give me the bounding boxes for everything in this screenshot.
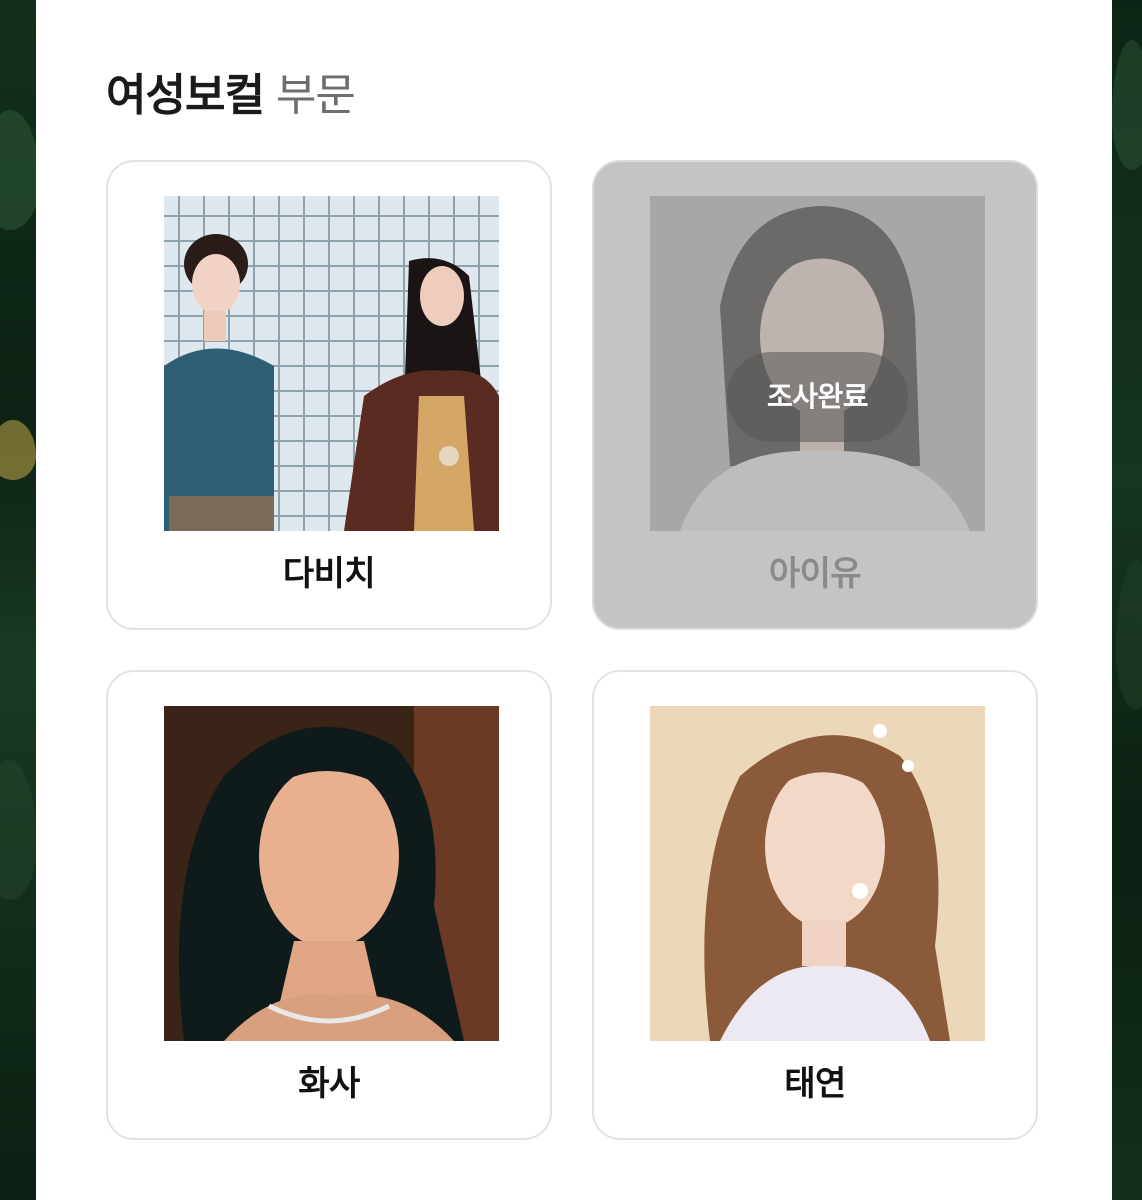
section-title-suffix: 부문 (275, 70, 356, 121)
section-title: 여성보컬 부문 (106, 66, 356, 126)
candidate-name: 화사 (298, 1064, 360, 1104)
candidate-card-hwasa[interactable]: 화사 (106, 670, 552, 1140)
leaf-decoration (1116, 560, 1142, 710)
candidate-photo: 조사완료 (650, 196, 985, 531)
candidate-name: 태연 (784, 1064, 846, 1104)
leaf-decoration (1112, 40, 1142, 170)
leaf-decoration (0, 110, 36, 230)
candidate-name: 다비치 (282, 554, 376, 594)
vote-panel: 여성보컬 부문 다비치 조사완료 아이유 화사 태연 (36, 0, 1112, 1200)
leaf-decoration (0, 760, 36, 900)
candidate-photo (164, 196, 499, 531)
candidate-photo (650, 706, 985, 1041)
leaf-decoration (0, 420, 36, 480)
candidate-card-taeyeon[interactable]: 태연 (592, 670, 1038, 1140)
right-background (1112, 0, 1142, 1200)
left-background (0, 0, 36, 1200)
survey-complete-badge: 조사완료 (727, 352, 908, 442)
candidate-card-davichi[interactable]: 다비치 (106, 160, 552, 630)
section-title-category: 여성보컬 (106, 70, 265, 121)
candidate-name: 아이유 (768, 554, 862, 594)
candidate-card-iu[interactable]: 조사완료 아이유 (592, 160, 1038, 630)
candidate-photo (164, 706, 499, 1041)
